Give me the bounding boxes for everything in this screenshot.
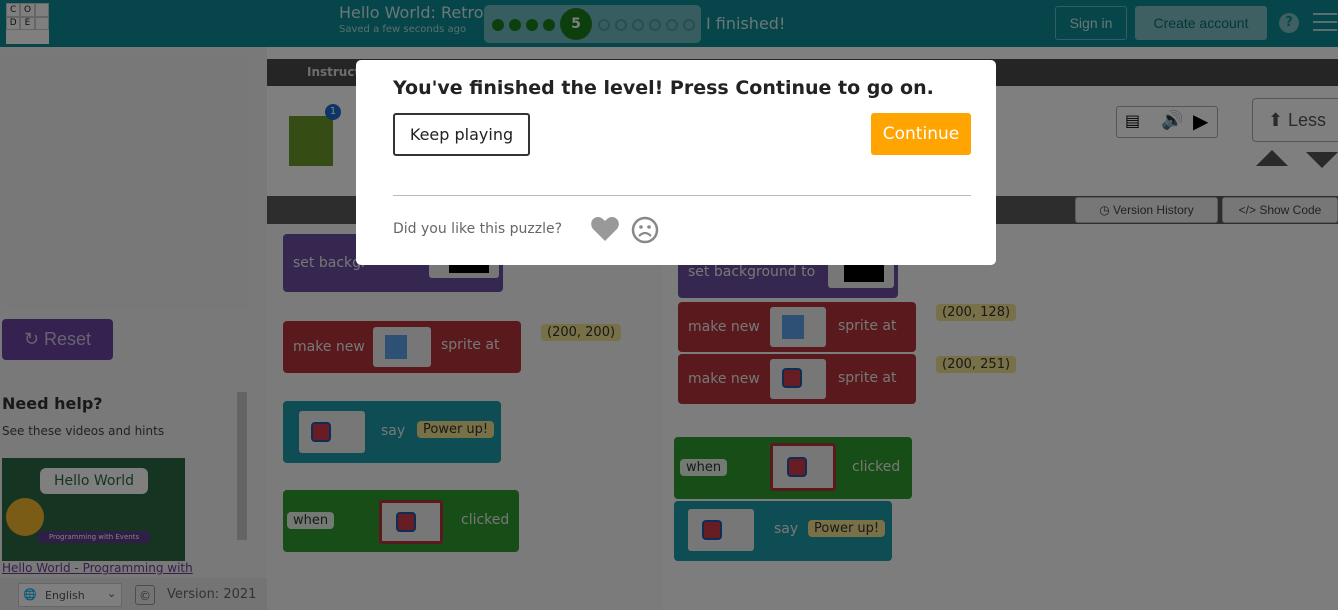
heart-like-icon[interactable] (590, 215, 620, 243)
sad-face-icon[interactable] (631, 216, 659, 244)
feedback-question: Did you like this puzzle? (393, 221, 563, 237)
dialog-divider (393, 195, 971, 196)
dialog-message: You've finished the level! Press Continu… (393, 77, 934, 99)
level-complete-dialog: You've finished the level! Press Continu… (356, 60, 996, 265)
keep-playing-button[interactable]: Keep playing (393, 113, 530, 156)
continue-button[interactable]: Continue (871, 113, 971, 155)
